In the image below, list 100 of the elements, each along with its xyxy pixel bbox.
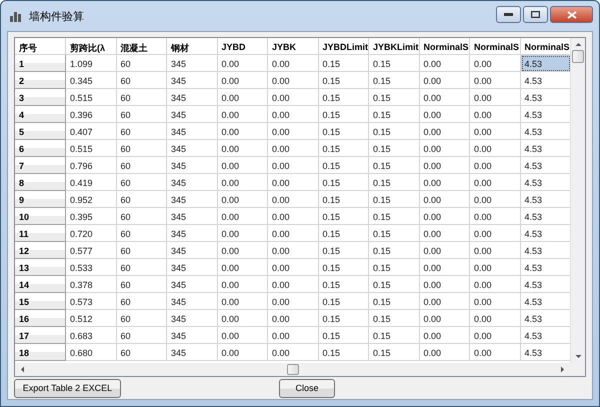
table-cell[interactable]: 345 [167,106,218,123]
table-cell[interactable]: 0.15 [369,293,420,310]
table-cell[interactable]: 0.00 [268,276,318,293]
table-cell[interactable]: 0.15 [318,191,369,208]
table-cell[interactable]: 0.680 [66,344,116,361]
table-cell[interactable]: 345 [167,208,218,225]
table-cell[interactable]: 4.53 [520,174,570,191]
table-cell[interactable]: 0.396 [66,106,116,123]
table-cell[interactable]: 0.00 [470,344,520,361]
table-cell[interactable]: 0.407 [66,123,116,140]
table-cell[interactable]: 0.15 [318,344,369,361]
row-header[interactable]: 7 [15,157,66,174]
column-header[interactable]: JYBDLimit [318,38,369,55]
table-cell[interactable]: 0.00 [268,225,318,242]
column-header[interactable]: NorminalS [420,38,470,55]
table-cell[interactable]: 0.00 [420,344,470,361]
table-cell[interactable]: 0.515 [66,89,116,106]
row-header[interactable]: 3 [15,89,66,106]
table-cell[interactable]: 0.00 [470,225,520,242]
table-cell[interactable]: 0.00 [470,242,520,259]
row-header[interactable]: 5 [15,123,66,140]
table-cell[interactable]: 0.00 [218,174,268,191]
table-cell[interactable]: 0.577 [66,242,116,259]
table-cell[interactable]: 0.15 [369,191,420,208]
table-cell[interactable]: 0.720 [66,225,116,242]
table-cell[interactable]: 0.00 [268,327,318,344]
table-cell[interactable]: 0.15 [318,310,369,327]
table-cell[interactable]: 345 [167,140,218,157]
scroll-thumb[interactable] [286,364,298,375]
table-cell[interactable]: 345 [167,89,218,106]
table-cell[interactable]: 0.15 [369,208,420,225]
table-cell[interactable]: 60 [116,191,167,208]
table-cell[interactable]: 0.00 [420,191,470,208]
table-cell[interactable]: 0.00 [268,55,318,72]
table-cell[interactable]: 0.15 [318,72,369,89]
table-cell[interactable]: 0.15 [369,344,420,361]
table-cell[interactable]: 0.515 [66,140,116,157]
table-cell[interactable]: 0.00 [470,123,520,140]
table-cell[interactable]: 0.378 [66,276,116,293]
row-header[interactable]: 8 [15,174,66,191]
table-cell[interactable]: 0.15 [318,259,369,276]
table-cell[interactable]: 0.15 [318,293,369,310]
table-cell[interactable]: 4.53 [520,55,570,72]
table-cell[interactable]: 345 [167,225,218,242]
table-cell[interactable]: 0.00 [420,310,470,327]
table-cell[interactable]: 0.15 [318,106,369,123]
table-cell[interactable]: 0.00 [420,140,470,157]
table-cell[interactable]: 0.345 [66,72,116,89]
table-cell[interactable]: 4.53 [520,327,570,344]
table-cell[interactable]: 0.512 [66,310,116,327]
table-cell[interactable]: 60 [116,72,167,89]
table-cell[interactable]: 0.15 [369,174,420,191]
table-cell[interactable]: 0.00 [268,293,318,310]
close-dialog-button[interactable]: Close [279,378,335,398]
table-cell[interactable]: 0.00 [420,225,470,242]
table-cell[interactable]: 0.00 [470,293,520,310]
table-cell[interactable]: 0.00 [268,106,318,123]
table-cell[interactable]: 60 [116,89,167,106]
table-cell[interactable]: 60 [116,293,167,310]
table-cell[interactable]: 0.00 [268,191,318,208]
table-cell[interactable]: 0.00 [268,242,318,259]
table-cell[interactable]: 0.15 [318,55,369,72]
column-header[interactable]: JYBD [218,38,268,55]
row-header[interactable]: 2 [15,72,66,89]
table-cell[interactable]: 0.00 [268,344,318,361]
table-cell[interactable]: 60 [116,140,167,157]
table-cell[interactable]: 345 [167,344,218,361]
table-cell[interactable]: 0.395 [66,208,116,225]
table-cell[interactable]: 0.15 [369,157,420,174]
table-cell[interactable]: 0.00 [268,72,318,89]
table-cell[interactable]: 345 [167,55,218,72]
table-cell[interactable]: 0.15 [318,225,369,242]
table-cell[interactable]: 0.00 [470,310,520,327]
column-header[interactable]: 混凝土 [116,38,167,55]
table-cell[interactable]: 0.00 [218,327,268,344]
table-cell[interactable]: 0.00 [218,344,268,361]
table-cell[interactable]: 0.00 [470,174,520,191]
table-cell[interactable]: 0.00 [218,310,268,327]
minimize-button[interactable] [496,6,521,23]
row-header[interactable]: 17 [15,327,66,344]
table-cell[interactable]: 0.00 [470,140,520,157]
table-cell[interactable]: 0.15 [369,310,420,327]
table-cell[interactable]: 60 [116,157,167,174]
table-cell[interactable]: 0.00 [218,225,268,242]
table-cell[interactable]: 4.53 [520,259,570,276]
table-cell[interactable]: 60 [116,276,167,293]
table-cell[interactable]: 0.00 [218,106,268,123]
table-cell[interactable]: 0.00 [218,208,268,225]
table-cell[interactable]: 0.00 [268,310,318,327]
table-cell[interactable]: 0.00 [268,174,318,191]
table-cell[interactable]: 0.573 [66,293,116,310]
table-cell[interactable]: 0.15 [369,140,420,157]
row-header[interactable]: 18 [15,344,66,361]
table-cell[interactable]: 0.952 [66,191,116,208]
table-cell[interactable]: 0.683 [66,327,116,344]
table-cell[interactable]: 4.53 [520,276,570,293]
table-cell[interactable]: 0.15 [369,259,420,276]
table-cell[interactable]: 0.00 [420,55,470,72]
table-cell[interactable]: 60 [116,259,167,276]
table-cell[interactable]: 345 [167,157,218,174]
